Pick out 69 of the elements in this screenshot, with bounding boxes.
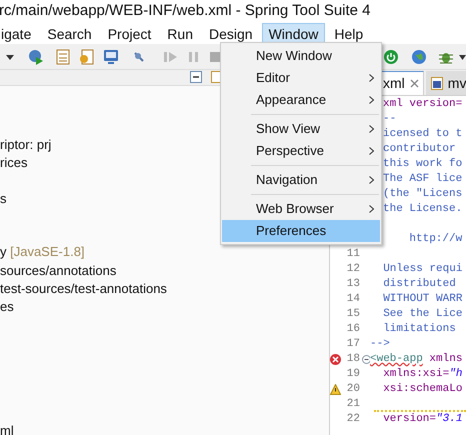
line-number: 11 — [346, 247, 360, 262]
code-line: xsi:schemaLo — [382, 382, 462, 397]
code-line: Unless requi — [382, 262, 462, 277]
menu-item[interactable]: igate — [0, 23, 38, 43]
code-line: contributor — [383, 142, 456, 157]
line-number: 17 — [346, 337, 360, 352]
globe-icon[interactable] — [411, 49, 427, 65]
file-icon — [430, 77, 443, 90]
tree-item[interactable]: sources/annotations — [0, 263, 116, 279]
code-line: See the Lice — [382, 307, 462, 322]
code-line: (the "Licens — [383, 187, 462, 202]
menu-item[interactable]: Show View — [222, 118, 380, 140]
menu-item[interactable]: Appearance — [222, 89, 380, 111]
menu-item[interactable]: New Window — [222, 45, 380, 67]
tree-item[interactable]: y [JavaSE-1.8] — [0, 244, 85, 260]
editor-tab[interactable]: mv — [426, 71, 466, 95]
monitor-icon[interactable] — [103, 49, 119, 65]
menu-item[interactable]: Preferences — [222, 220, 380, 242]
tree-item[interactable]: rices — [0, 155, 28, 171]
code-line: limitations — [382, 322, 456, 337]
code-line: WITHOUT WARR — [382, 292, 462, 307]
tree-item[interactable]: es — [0, 299, 14, 315]
stop-icon[interactable] — [210, 51, 220, 63]
code-line: this work fo — [383, 157, 462, 172]
code-line: The ASF lice — [383, 172, 462, 187]
code-line: distributed — [382, 277, 456, 292]
menu-item[interactable]: Perspective — [222, 140, 380, 162]
minimize-icon[interactable] — [190, 71, 202, 83]
window-title: rc/main/webapp/WEB-INF/web.xml - Spring Tool Suite 4 — [0, 0, 371, 21]
caret-icon[interactable] — [6, 55, 14, 60]
menu-item[interactable]: Window — [262, 23, 326, 43]
menu-item[interactable]: Design — [202, 23, 260, 43]
code-line: http://w — [408, 232, 462, 247]
code-line: xml version= — [383, 97, 462, 112]
globe-run-icon[interactable] — [28, 49, 44, 65]
menu-item[interactable]: Web Browser — [222, 198, 380, 220]
line-number: 15 — [346, 307, 360, 322]
tree-item[interactable]: test-sources/test-annotations — [0, 281, 167, 297]
code-line: --> — [370, 337, 390, 352]
code-line: <web-app xmlns — [370, 352, 462, 367]
tree-item[interactable]: riptor: prj — [0, 137, 52, 153]
power-icon[interactable] — [383, 49, 399, 65]
document-icon[interactable] — [56, 49, 70, 65]
line-number: 12 — [346, 262, 360, 277]
code-line: xmlns:xsi="h — [382, 367, 462, 382]
menu-item[interactable]: Search — [40, 23, 99, 43]
line-number: 18 — [346, 352, 360, 367]
line-number: 21 — [346, 397, 360, 412]
menu-item[interactable]: Run — [160, 23, 200, 43]
menu-item[interactable]: Navigation — [222, 169, 380, 191]
line-number: 19 — [346, 367, 360, 382]
collapse-icon[interactable] — [362, 355, 370, 364]
menu-item[interactable]: Project — [100, 23, 158, 43]
menu-item[interactable]: Help — [327, 23, 370, 43]
menu-item[interactable]: Editor — [222, 67, 380, 89]
line-number: 20 — [346, 382, 360, 397]
code-line: version="3.1 — [382, 412, 462, 427]
line-number: 22 — [346, 412, 360, 427]
caret-icon[interactable] — [459, 55, 466, 60]
line-number: 13 — [346, 277, 360, 292]
code-line: -- — [383, 112, 396, 127]
tree-item[interactable]: ml — [0, 423, 14, 435]
code-line: the License. — [383, 202, 462, 217]
line-number: 14 — [346, 292, 360, 307]
line-number: 16 — [346, 322, 360, 337]
code-line: icensed to t — [383, 127, 462, 142]
tree-item[interactable]: s — [0, 191, 6, 207]
maximize-icon[interactable] — [211, 71, 221, 83]
close-icon[interactable] — [410, 79, 419, 88]
